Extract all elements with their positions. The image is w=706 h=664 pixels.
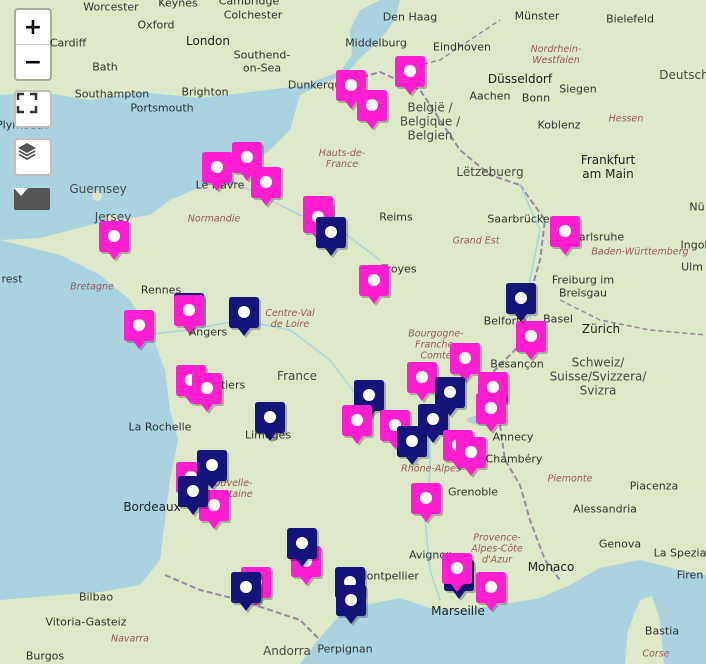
layers-icon bbox=[18, 143, 36, 161]
markers-layer bbox=[0, 0, 706, 664]
map-marker-magenta[interactable] bbox=[171, 293, 207, 337]
map-marker-magenta[interactable] bbox=[354, 88, 390, 132]
map-marker-magenta[interactable] bbox=[473, 570, 509, 614]
map-marker-magenta[interactable] bbox=[392, 54, 428, 98]
map-marker-magenta[interactable] bbox=[339, 403, 375, 447]
fullscreen-icon bbox=[16, 92, 38, 114]
map-marker-navy[interactable] bbox=[284, 526, 320, 570]
zoom-control: + − bbox=[14, 8, 52, 81]
map-canvas[interactable]: Worcester Keynes Cambridge Colchester Ox… bbox=[0, 0, 706, 664]
map-marker-navy[interactable] bbox=[313, 215, 349, 259]
layers-button[interactable] bbox=[14, 138, 52, 176]
caret-down-icon bbox=[14, 188, 28, 196]
map-marker-magenta[interactable] bbox=[356, 263, 392, 307]
map-marker-magenta[interactable] bbox=[513, 319, 549, 363]
map-marker-navy[interactable] bbox=[252, 400, 288, 444]
zoom-out-button[interactable]: − bbox=[16, 45, 50, 79]
map-marker-magenta[interactable] bbox=[189, 371, 225, 415]
map-marker-navy[interactable] bbox=[503, 281, 539, 325]
dropdown-toggle-button[interactable] bbox=[14, 188, 50, 210]
map-marker-magenta[interactable] bbox=[453, 435, 489, 479]
map-marker-magenta[interactable] bbox=[121, 308, 157, 352]
map-marker-magenta[interactable] bbox=[408, 481, 444, 525]
map-marker-navy[interactable] bbox=[226, 295, 262, 339]
map-marker-magenta[interactable] bbox=[248, 165, 284, 209]
map-marker-magenta[interactable] bbox=[439, 551, 475, 595]
map-marker-navy[interactable] bbox=[175, 474, 211, 518]
map-marker-magenta[interactable] bbox=[547, 214, 583, 258]
map-marker-magenta[interactable] bbox=[473, 391, 509, 435]
fullscreen-button[interactable] bbox=[14, 90, 52, 128]
zoom-in-button[interactable]: + bbox=[16, 10, 50, 45]
map-marker-navy[interactable] bbox=[228, 570, 264, 614]
map-marker-magenta[interactable] bbox=[96, 219, 132, 263]
map-marker-navy[interactable] bbox=[333, 583, 369, 627]
